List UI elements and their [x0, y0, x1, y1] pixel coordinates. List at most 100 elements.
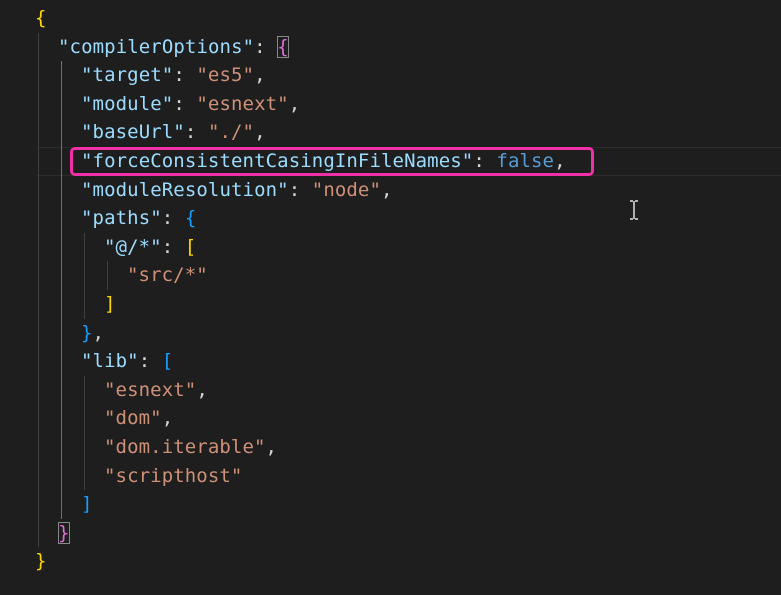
- code-line: "scripthost": [104, 462, 242, 491]
- indent-guide: [61, 261, 62, 290]
- indent-guide: [38, 61, 39, 90]
- code-token: ]: [104, 293, 116, 315]
- indent-guide: [38, 204, 39, 233]
- code-token: "esnext": [196, 92, 289, 115]
- code-token: ,: [161, 407, 174, 430]
- code-token: "dom.iterable": [104, 436, 266, 458]
- indent-guide: [38, 261, 39, 290]
- code-token: {: [184, 207, 197, 230]
- code-token: ,: [196, 378, 208, 401]
- indent-guide: [38, 118, 39, 147]
- indent-guide: [61, 175, 62, 205]
- code-token: "dom": [104, 407, 162, 430]
- code-line: "moduleResolution": "node",: [81, 176, 393, 205]
- code-line: "dom",: [104, 404, 173, 433]
- code-line: }: [35, 547, 47, 576]
- code-token: "paths": [81, 207, 162, 230]
- code-token: :: [184, 121, 208, 144]
- code-token: "esnext": [104, 378, 197, 401]
- indent-guide: [61, 347, 62, 376]
- code-line: "baseUrl": "./",: [81, 118, 266, 147]
- indent-guide: [84, 404, 85, 433]
- indent-guide: [61, 89, 62, 119]
- code-token: :: [161, 235, 185, 258]
- code-token: [: [184, 235, 197, 258]
- indent-guide: [61, 147, 62, 176]
- code-line: "compilerOptions": {: [58, 33, 289, 62]
- code-token: "./": [207, 121, 255, 144]
- code-token: "lib": [81, 350, 139, 373]
- indent-guide: [38, 404, 39, 433]
- code-token: "es5": [196, 64, 255, 87]
- indent-guide: [38, 290, 39, 319]
- code-token: ,: [92, 321, 105, 344]
- indent-guide: [61, 404, 62, 433]
- code-token: :: [161, 207, 185, 230]
- indent-guide: [38, 433, 39, 462]
- code-line: }: [58, 519, 70, 548]
- indent-guide: [61, 204, 62, 233]
- code-token: "@/*": [104, 235, 162, 258]
- text-cursor-icon: [630, 200, 638, 220]
- indent-guide: [38, 175, 39, 205]
- code-line: "target": "es5",: [81, 61, 266, 90]
- indent-guide: [61, 290, 62, 319]
- code-token: ]: [81, 493, 93, 516]
- indent-guide: [61, 461, 62, 491]
- code-line: "module": "esnext",: [81, 90, 300, 119]
- code-line: "dom.iterable",: [104, 433, 277, 462]
- indent-guide: [38, 32, 39, 62]
- indent-guide: [61, 490, 62, 519]
- indent-guide: [84, 232, 85, 262]
- code-token: "node": [311, 178, 382, 201]
- code-token: "scripthost": [104, 464, 243, 487]
- indent-guide: [38, 89, 39, 119]
- code-token: :: [173, 92, 197, 115]
- code-line: "esnext",: [104, 376, 208, 405]
- indent-guide: [61, 61, 62, 90]
- code-line: "lib": [: [81, 347, 173, 376]
- code-line: },: [81, 319, 104, 348]
- code-line: "@/*": [: [104, 233, 196, 262]
- indent-guide: [38, 232, 39, 262]
- code-token: "module": [81, 92, 174, 115]
- highlight-box: [70, 147, 594, 176]
- code-line: ]: [81, 490, 93, 519]
- code-line: "src/*": [127, 261, 208, 290]
- indent-guide: [38, 461, 39, 491]
- indent-guide: [38, 347, 39, 376]
- code-token: }: [58, 521, 70, 544]
- indent-guide: [38, 490, 39, 519]
- code-token: ,: [288, 92, 301, 115]
- code-token: ,: [254, 64, 266, 87]
- code-token: "target": [81, 64, 174, 87]
- code-token: }: [35, 550, 47, 573]
- code-token: {: [35, 7, 47, 29]
- code-line: {: [35, 4, 47, 33]
- code-token: :: [138, 350, 162, 373]
- indent-guide: [38, 518, 39, 548]
- code-token: "moduleResolution": [81, 178, 289, 201]
- code-token: }: [81, 321, 93, 344]
- indent-guide: [84, 461, 85, 491]
- code-token: :: [254, 35, 278, 58]
- code-token: "compilerOptions": [58, 35, 255, 58]
- code-token: ,: [254, 121, 266, 144]
- code-token: "src/*": [127, 264, 208, 287]
- indent-guide: [84, 433, 85, 462]
- code-token: {: [277, 35, 289, 58]
- indent-guide: [84, 290, 85, 319]
- indent-guide: [84, 261, 85, 290]
- indent-guide: [38, 147, 39, 176]
- code-token: ,: [265, 436, 278, 458]
- indent-guide: [38, 318, 39, 348]
- code-token: "baseUrl": [81, 121, 185, 144]
- indent-guide: [61, 232, 62, 262]
- code-editor[interactable]: {"compilerOptions": {"target": "es5", "mo…: [0, 0, 781, 595]
- code-token: ,: [381, 178, 393, 201]
- code-line: ]: [104, 290, 116, 319]
- indent-guide: [107, 261, 108, 290]
- code-line: "paths": {: [81, 204, 196, 233]
- code-token: [: [161, 350, 174, 373]
- indent-guide: [61, 375, 62, 405]
